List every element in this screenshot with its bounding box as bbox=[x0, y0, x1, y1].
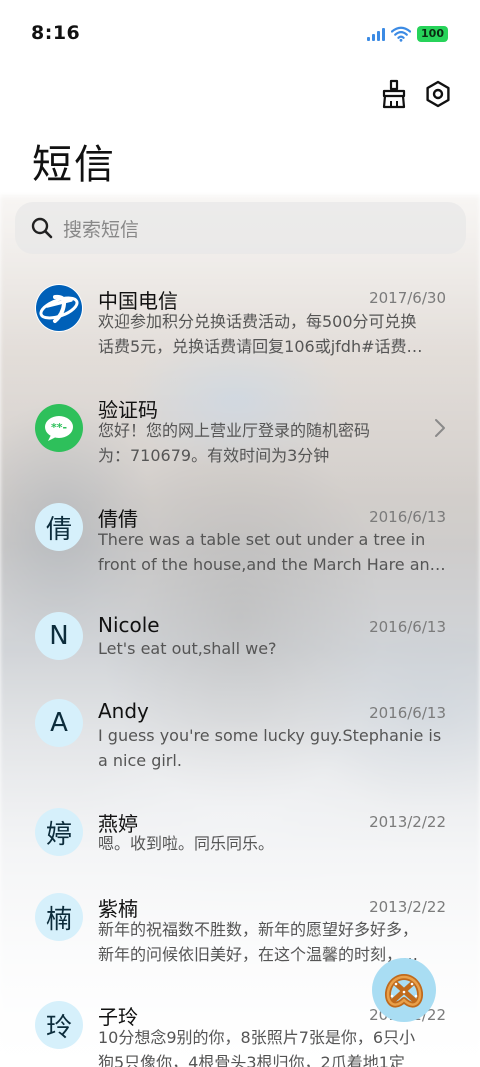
status-icons: 100 bbox=[367, 24, 448, 44]
broom-icon bbox=[382, 79, 406, 109]
message-date: 2013/2/22 bbox=[369, 898, 446, 916]
wifi-icon bbox=[391, 26, 412, 42]
sender-name: Andy bbox=[98, 699, 149, 723]
message-preview: 10分想念9别的你，8张照片7张是你，6只小 狗5只像你，4根骨头3根归你，2爪… bbox=[98, 1028, 416, 1067]
status-time: 8:16 bbox=[31, 22, 81, 44]
list-item[interactable]: **- 验证码 您好！您的网上营业厅登录的随机密码 为：710679。有效时间为… bbox=[0, 380, 480, 484]
page-title: 短信 bbox=[32, 142, 116, 188]
list-item[interactable]: 倩 倩倩 2016/6/13 There was a table set out… bbox=[0, 490, 480, 594]
list-item[interactable]: N Nicole 2016/6/13 Let's eat out,shall w… bbox=[0, 600, 480, 680]
status-bar: 8:16 100 bbox=[0, 0, 480, 66]
avatar: A bbox=[35, 699, 83, 747]
message-bubble-logo-icon: **- bbox=[35, 404, 83, 452]
list-item[interactable]: 婷 燕婷 2013/2/22 嗯。收到啦。同乐同乐。 bbox=[0, 796, 480, 876]
list-item[interactable]: A Andy 2016/6/13 I guess you're some luc… bbox=[0, 686, 480, 790]
message-preview: 嗯。收到啦。同乐同乐。 bbox=[98, 834, 275, 853]
clean-button[interactable] bbox=[376, 76, 412, 112]
avatar: N bbox=[35, 612, 83, 660]
search-icon bbox=[31, 217, 53, 239]
avatar: 婷 bbox=[35, 808, 83, 856]
hexagon-gear-icon bbox=[426, 80, 450, 108]
search-placeholder: 搜索短信 bbox=[63, 218, 140, 241]
message-date: 2017/6/30 bbox=[369, 289, 446, 307]
sender-name: Nicole bbox=[98, 613, 160, 637]
settings-button[interactable] bbox=[420, 76, 456, 112]
message-date: 2016/6/13 bbox=[369, 508, 446, 526]
battery-indicator: 100 bbox=[417, 26, 448, 42]
message-preview: There was a table set out under a tree i… bbox=[98, 530, 446, 574]
floating-action-button[interactable] bbox=[372, 958, 436, 1022]
svg-text:**-: **- bbox=[51, 421, 67, 434]
avatar: 楠 bbox=[35, 893, 83, 941]
message-date: 2016/6/13 bbox=[369, 618, 446, 636]
list-item[interactable]: 中国电信 2017/6/30 欢迎参加积分兑换话费活动，每500分可兑换 话费5… bbox=[0, 270, 480, 374]
message-preview: 欢迎参加积分兑换话费活动，每500分可兑换 话费5元，兑换话费请回复106或jf… bbox=[98, 312, 423, 356]
avatar: 玲 bbox=[35, 1001, 83, 1049]
pretzel-icon bbox=[384, 974, 424, 1008]
message-preview: I guess you're some lucky guy.Stephanie … bbox=[98, 726, 442, 770]
signal-icon bbox=[367, 27, 386, 41]
message-preview: Let's eat out,shall we? bbox=[98, 639, 277, 658]
search-input[interactable]: 搜索短信 bbox=[15, 202, 466, 254]
avatar: 倩 bbox=[35, 503, 83, 551]
message-preview: 您好！您的网上营业厅登录的随机密码 为：710679。有效时间为3分钟 bbox=[98, 421, 371, 465]
message-date: 2016/6/13 bbox=[369, 704, 446, 722]
china-telecom-logo-icon bbox=[35, 284, 83, 332]
message-date: 2013/2/22 bbox=[369, 813, 446, 831]
